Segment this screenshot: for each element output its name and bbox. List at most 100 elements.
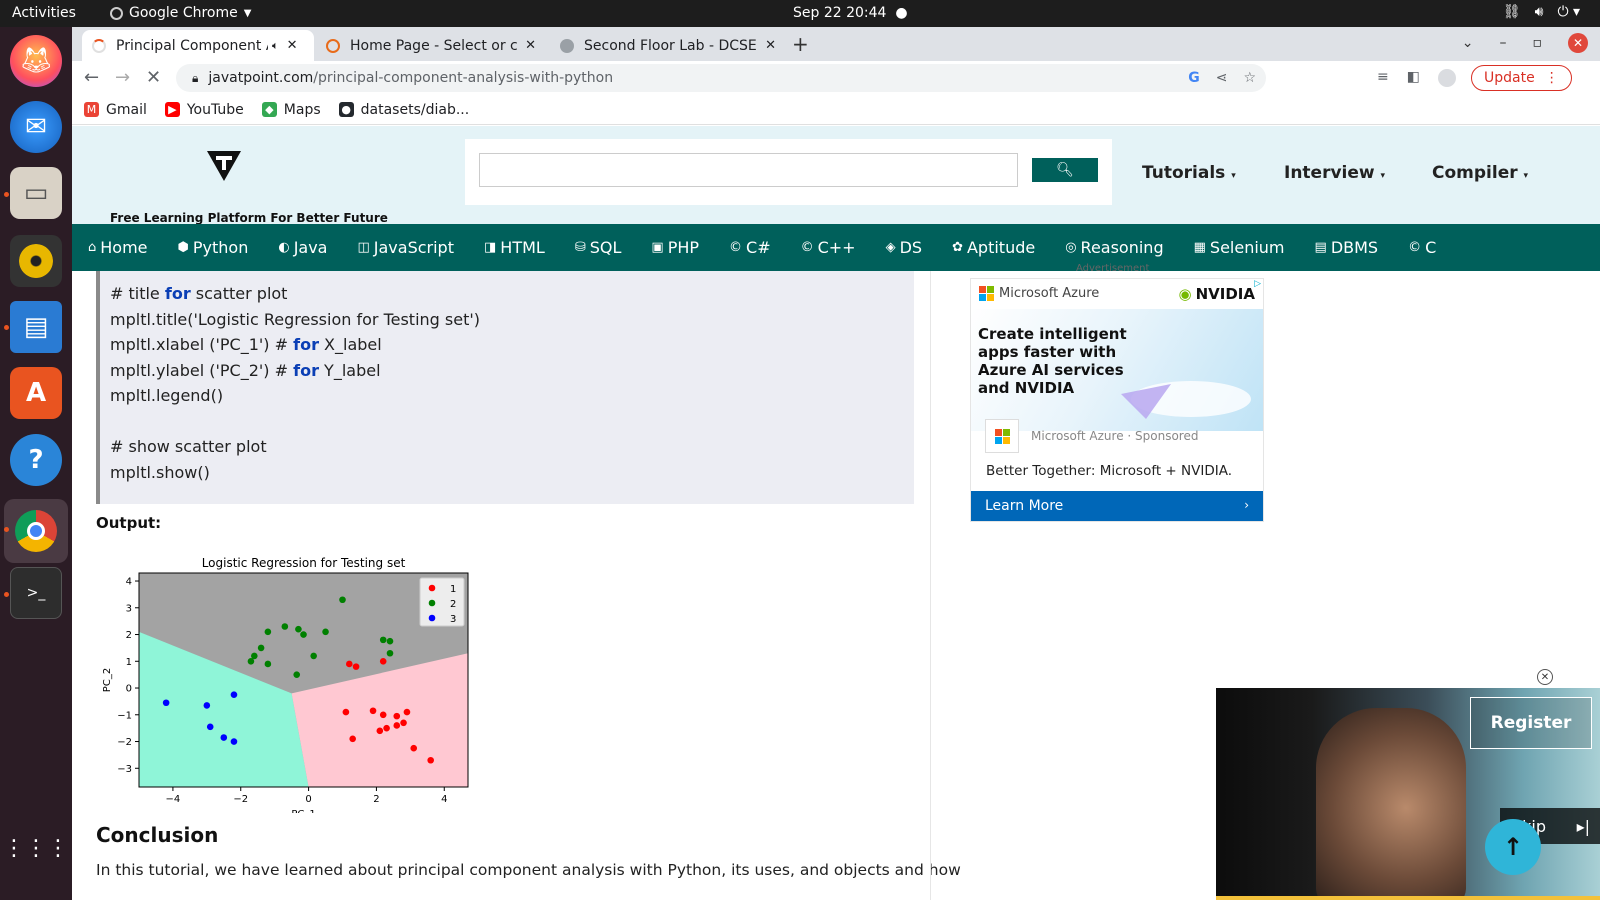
nav-dbms[interactable]: ▤ DBMS [1315, 238, 1379, 257]
code-line: mpltl.ylabel ('PC_2') # for Y_label [110, 358, 914, 384]
star-icon[interactable]: ☆ [1243, 70, 1256, 86]
site-search-input[interactable] [479, 153, 1018, 187]
close-tab-icon[interactable]: ✕ [525, 38, 536, 53]
forward-icon[interactable]: → [115, 67, 130, 88]
data-point-class-2 [295, 625, 302, 633]
nav-html[interactable]: ◨ HTML [484, 238, 545, 257]
chevron-right-icon: › [1244, 498, 1249, 512]
search-icon: 🔍︎ [1056, 162, 1074, 178]
nav-c[interactable]: © C [1408, 238, 1436, 257]
share-icon[interactable]: ⋖ [1216, 70, 1228, 86]
nav-php[interactable]: ▣ PHP [651, 238, 699, 257]
nav-python[interactable]: ⬢ Python [178, 238, 249, 257]
tab-home-page[interactable]: Home Page - Select or cre ✕ [316, 30, 546, 61]
maximize-button[interactable]: ▫ [1533, 35, 1543, 51]
thunderbird-icon[interactable]: ✉ [10, 101, 62, 153]
app-menu[interactable]: Google Chrome ▼ [110, 5, 251, 21]
close-window-button[interactable]: ✕ [1568, 33, 1588, 53]
nav-javascript[interactable]: ◫ JavaScript [357, 238, 454, 257]
nav-aptitude[interactable]: ✿ Aptitude [952, 238, 1035, 257]
tab-search-icon[interactable]: ⌄ [1462, 35, 1474, 51]
video-close-icon[interactable]: ✕ [1537, 669, 1553, 685]
nav-c-[interactable]: © C++ [801, 238, 856, 257]
code-keyword: for [293, 360, 319, 380]
video-ad[interactable]: Register Skip▸| [1216, 688, 1600, 900]
activities-button[interactable]: Activities [12, 5, 76, 21]
minimize-button[interactable]: – [1500, 35, 1507, 51]
nav-java[interactable]: ◐ Java [278, 238, 327, 257]
site-search-button[interactable]: 🔍︎ [1032, 158, 1098, 182]
apps-grid-icon[interactable]: ⋮⋮⋮ [3, 822, 69, 874]
software-icon[interactable]: A [10, 367, 62, 419]
nav-ds[interactable]: ◈ DS [886, 238, 922, 257]
conclusion-heading: Conclusion [96, 823, 219, 847]
menu-interview[interactable]: Interview ▾ [1284, 163, 1385, 183]
nav-item-icon: © [800, 240, 814, 255]
address-bar[interactable]: 🔒︎ javatpoint.com/principal-component-an… [176, 64, 1266, 92]
maps-icon: ◆ [261, 102, 277, 117]
terminal-icon[interactable]: >_ [10, 567, 62, 619]
tab-second-floor-lab[interactable]: Second Floor Lab - DCSE ✕ [550, 30, 786, 61]
data-point-class-1 [379, 657, 387, 665]
close-tab-icon[interactable]: ✕ [765, 38, 776, 53]
nav-item-icon: ▦ [1193, 240, 1206, 255]
files-icon[interactable]: ▭ [10, 167, 62, 219]
nav-item-icon: ⬢ [177, 240, 189, 255]
menu-compiler[interactable]: Compiler ▾ [1432, 163, 1528, 183]
nav-item-label: Home [100, 238, 148, 257]
data-point-class-2 [264, 660, 272, 668]
profile-icon[interactable] [1437, 69, 1456, 87]
code-text: mpltl.show() [110, 462, 210, 482]
legend-box [419, 577, 465, 627]
rhythmbox-icon[interactable] [10, 235, 62, 287]
side-panel-icon[interactable]: ◧ [1407, 69, 1420, 87]
data-point-class-1 [403, 708, 411, 716]
data-point-class-1 [352, 663, 360, 670]
legend-label: 3 [450, 614, 456, 625]
menu-tutorials[interactable]: Tutorials ▾ [1142, 163, 1236, 183]
stop-icon[interactable]: ✕ [146, 67, 161, 88]
nav-sql[interactable]: ⛁ SQL [575, 238, 622, 257]
nav-home[interactable]: ⌂ Home [88, 238, 148, 257]
tab-principal-component[interactable]: Principal Component A 🔈︎ ✕ [82, 30, 314, 61]
adchoices-icon[interactable]: ▷ [1254, 279, 1261, 289]
bookmark-2[interactable]: ◆ Maps [261, 102, 321, 118]
running-indicator [4, 527, 9, 532]
y-tick-label: 4 [126, 577, 132, 588]
nav-item-icon: ◨ [483, 240, 497, 255]
register-button[interactable]: Register [1470, 697, 1592, 749]
system-tray[interactable]: ⛓ 🔊︎ ⏻ ▾ [1503, 4, 1580, 20]
data-point-class-1 [393, 712, 401, 720]
javatpoint-logo-icon[interactable] [207, 151, 241, 181]
help-icon[interactable]: ? [10, 434, 62, 486]
firefox-icon[interactable]: 🦊︎ [10, 35, 62, 87]
site-search: 🔍︎ [465, 139, 1112, 205]
advertisement[interactable]: Microsoft Azure ◉ NVIDIA ▷ Create intelli… [970, 278, 1264, 522]
nav-reasoning[interactable]: ◎ Reasoning [1065, 238, 1163, 257]
chrome-icon[interactable] [4, 499, 68, 563]
writer-icon[interactable]: ▤ [10, 301, 62, 353]
back-icon[interactable]: ← [84, 67, 99, 88]
y-tick-label: −2 [117, 737, 132, 748]
legend-label: 2 [450, 599, 456, 610]
update-button[interactable]: Update ⋮ [1471, 65, 1572, 91]
running-indicator [4, 325, 9, 330]
new-tab-button[interactable]: + [792, 32, 809, 56]
nav-selenium[interactable]: ▦ Selenium [1194, 238, 1285, 257]
bookmark-0[interactable]: M Gmail [84, 102, 147, 118]
code-line: mpltl.xlabel ('PC_1') # for X_label [110, 332, 914, 358]
nav-c-[interactable]: © C# [729, 238, 771, 257]
scroll-to-top-button[interactable]: ↑ [1485, 819, 1541, 875]
close-tab-icon[interactable]: ✕ [287, 38, 298, 53]
bookmark-3[interactable]: ● datasets/diab... [338, 102, 469, 118]
reading-list-icon[interactable]: ≡ [1377, 69, 1389, 87]
data-point-class-2 [257, 644, 265, 652]
code-line: mpltl.title('Logistic Regression for Tes… [110, 307, 914, 333]
clock[interactable]: Sep 22 20:44 ● [793, 5, 908, 21]
code-text: scatter plot [190, 284, 288, 303]
nav-item-icon: © [1408, 240, 1422, 255]
globe-icon [560, 38, 574, 53]
google-icon[interactable]: G [1188, 70, 1200, 86]
bookmark-1[interactable]: ▶ YouTube [164, 102, 244, 118]
ad-learn-more-button[interactable]: Learn More › [971, 491, 1263, 521]
